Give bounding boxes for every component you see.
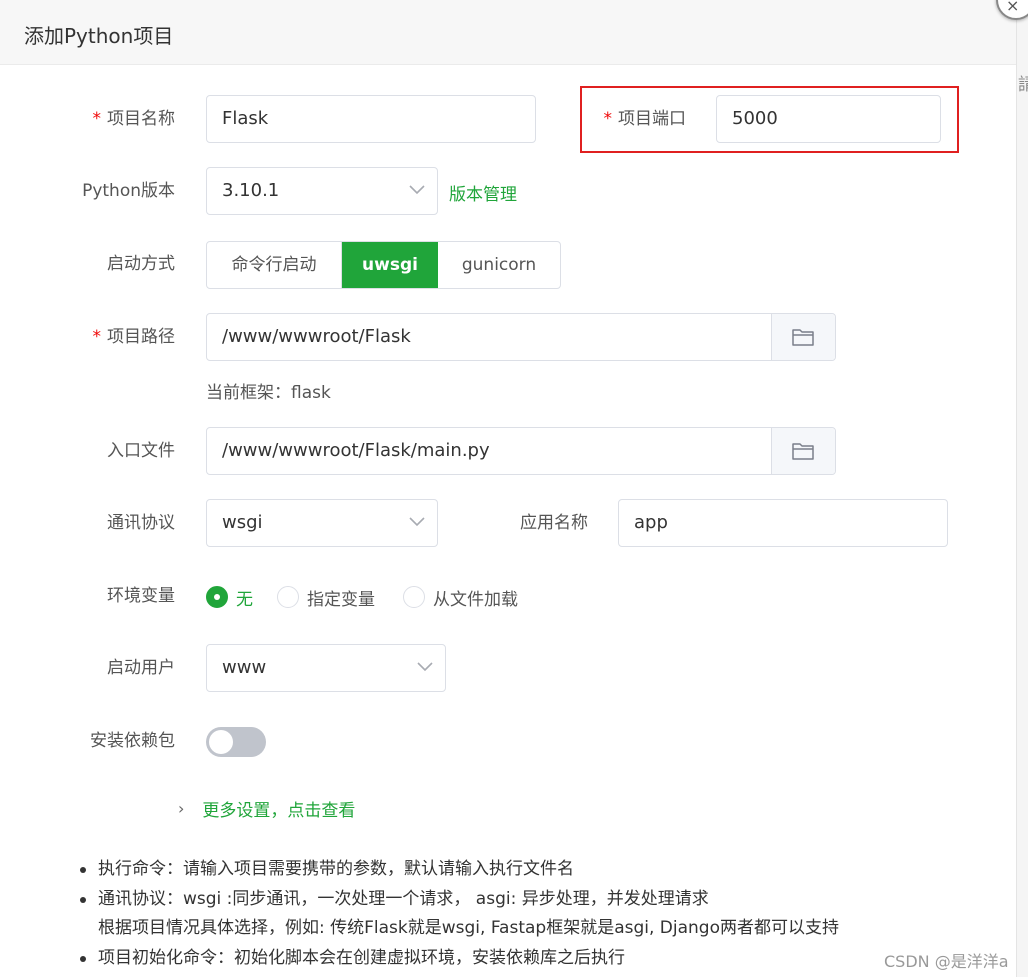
app-name-label: 应用名称 <box>520 513 588 533</box>
env-specify-label: 指定变量 <box>307 589 375 610</box>
entry-file-input[interactable]: /www/wwwroot/Flask/main.py <box>206 427 836 475</box>
run-user-label: 启动用户 <box>107 658 175 678</box>
note-text: 通讯协议：wsgi :同步通讯，一次处理一个请求， asgi: 异步处理，并发处… <box>98 888 709 909</box>
background-text-fragment: 請 <box>1018 75 1028 95</box>
project-name-input[interactable]: Flask <box>206 95 536 143</box>
add-python-project-dialog: 添加Python项目 * 项目名称 Flask * 项目端口 5000 Python… <box>0 0 1016 977</box>
run-user-select[interactable]: www <box>206 644 446 692</box>
project-path-input[interactable]: /www/wwwroot/Flask <box>206 313 836 361</box>
note-text: 执行命令：请输入项目需要携带的参数，默认请输入执行文件名 <box>98 859 574 879</box>
highlight-box <box>580 86 959 153</box>
close-icon: × <box>1006 0 1020 15</box>
dialog-header: 添加Python项目 <box>0 0 1016 65</box>
env-none-label: 无 <box>236 589 253 610</box>
bullet-icon <box>80 867 86 873</box>
project-name-label: * 项目名称 <box>0 109 176 129</box>
python-version-value: 3.10.1 <box>222 180 280 201</box>
folder-icon <box>792 329 814 346</box>
framework-hint: 当前框架：flask <box>206 383 331 403</box>
project-name-label-text: 项目名称 <box>107 109 175 129</box>
protocol-select[interactable]: wsgi <box>206 499 438 547</box>
start-mode-label: 启动方式 <box>107 254 175 274</box>
env-file-radio[interactable]: 从文件加载 <box>403 585 518 610</box>
more-settings-text: 更多设置，点击查看 <box>202 801 356 821</box>
chevron-down-icon <box>409 185 425 195</box>
version-manage-link[interactable]: 版本管理 <box>449 180 517 205</box>
python-version-label: Python版本 <box>82 181 175 201</box>
bullet-icon <box>80 896 86 903</box>
more-settings-link[interactable]: › 更多设置，点击查看 <box>178 796 355 821</box>
run-user-value: www <box>222 657 267 678</box>
protocol-label: 通讯协议 <box>107 513 175 533</box>
entry-file-label: 入口文件 <box>107 441 175 461</box>
note-item: 执行命令：请输入项目需要携带的参数，默认请输入执行文件名 <box>80 855 839 885</box>
note-item: 通讯协议：wsgi :同步通讯，一次处理一个请求， asgi: 异步处理，并发处… <box>80 885 839 915</box>
radio-checked-icon <box>206 586 228 608</box>
start-mode-uwsgi-option[interactable]: uwsgi <box>342 242 438 288</box>
help-notes: 执行命令：请输入项目需要携带的参数，默认请输入执行文件名 通讯协议：wsgi :… <box>80 855 839 973</box>
watermark: CSDN @是洋洋a <box>884 952 1009 971</box>
dialog-title: 添加Python项目 <box>24 24 174 48</box>
project-path-label: * 项目路径 <box>0 327 176 347</box>
env-file-label: 从文件加载 <box>433 589 518 610</box>
install-deps-label: 安装依赖包 <box>90 731 175 751</box>
entry-file-browse-button[interactable] <box>771 428 835 474</box>
note-text: 项目初始化命令：初始化脚本会在创建虚拟环境，安装依赖库之后执行 <box>98 947 625 968</box>
protocol-value: wsgi <box>222 512 263 533</box>
start-mode-gunicorn-option[interactable]: gunicorn <box>438 242 560 288</box>
note-text: 根据项目情况具体选择，例如: 传统Flask就是wsgi, Fastap框架就是… <box>98 918 839 938</box>
python-version-select[interactable]: 3.10.1 <box>206 167 438 215</box>
env-none-radio[interactable]: 无 <box>206 585 253 610</box>
required-mark: * <box>92 109 102 129</box>
project-path-value: /www/wwwroot/Flask <box>222 326 411 347</box>
toggle-knob <box>209 730 233 754</box>
install-deps-toggle[interactable] <box>206 727 266 757</box>
required-mark: * <box>92 327 102 347</box>
start-mode-cli-option[interactable]: 命令行启动 <box>207 242 342 288</box>
radio-unchecked-icon <box>277 586 299 608</box>
app-name-input[interactable]: app <box>618 499 948 547</box>
folder-icon <box>792 443 814 460</box>
radio-unchecked-icon <box>403 586 425 608</box>
env-vars-label: 环境变量 <box>107 586 175 606</box>
background-page-strip: 請 <box>1016 0 1028 977</box>
bullet-icon <box>80 955 86 962</box>
chevron-right-icon: › <box>178 799 185 818</box>
env-specify-radio[interactable]: 指定变量 <box>277 585 375 610</box>
entry-file-value: /www/wwwroot/Flask/main.py <box>222 440 490 461</box>
chevron-down-icon <box>417 662 433 672</box>
note-item: 项目初始化命令：初始化脚本会在创建虚拟环境，安装依赖库之后执行 <box>80 944 839 974</box>
note-item-continued: 根据项目情况具体选择，例如: 传统Flask就是wsgi, Fastap框架就是… <box>80 914 839 944</box>
project-path-label-text: 项目路径 <box>107 327 175 347</box>
project-path-browse-button[interactable] <box>771 314 835 360</box>
start-mode-segmented: 命令行启动 uwsgi gunicorn <box>206 241 561 289</box>
